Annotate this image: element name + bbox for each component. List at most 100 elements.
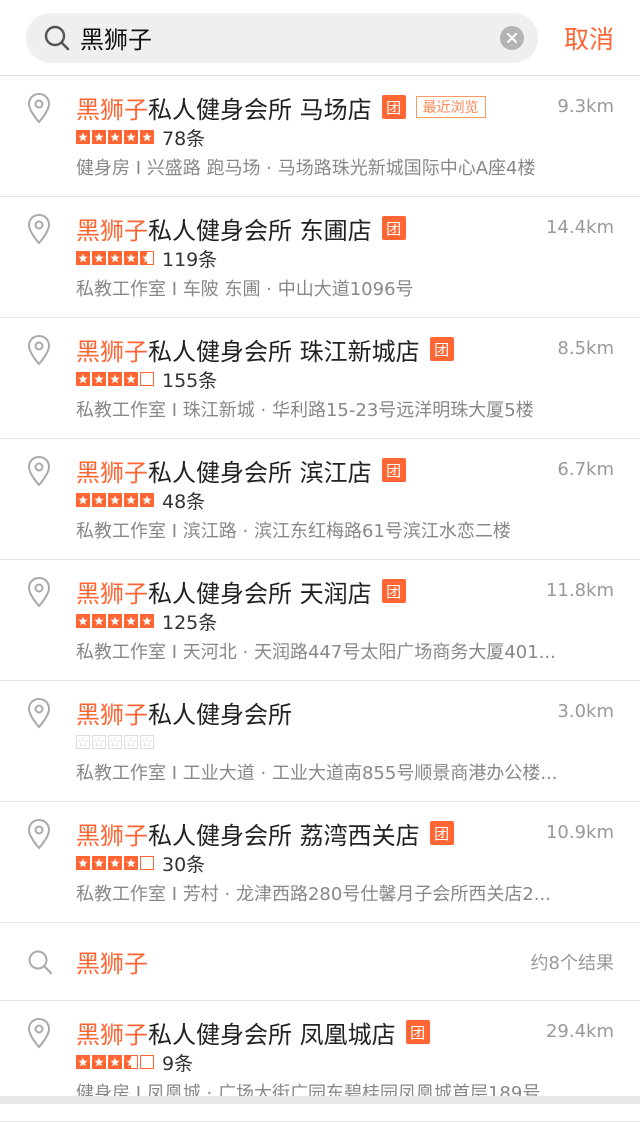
star-icon [108, 614, 122, 628]
recently-viewed-badge: 最近浏览 [416, 96, 486, 118]
star-icon [108, 735, 122, 749]
star-icon [140, 130, 154, 144]
more-results-row[interactable]: 黑狮子约8个结果 [0, 923, 640, 1001]
star-icon [140, 735, 154, 749]
review-count: 125条 [162, 608, 217, 635]
star-icon [92, 856, 106, 870]
star-icon [92, 493, 106, 507]
star-rating [76, 735, 156, 749]
star-rating [76, 856, 156, 870]
star-icon [124, 856, 138, 870]
result-title: 黑狮子私人健身会所 滨江店 [76, 453, 372, 488]
star-rating [76, 251, 156, 265]
result-subtitle: 私教工作室 I 天河北 · 天润路447号太阳广场商务大厦401... [76, 638, 616, 664]
star-icon [92, 614, 106, 628]
distance: 9.3km [557, 96, 614, 117]
star-rating [76, 372, 156, 386]
result-item[interactable]: 黑狮子私人健身会所 滨江店团 48条私教工作室 I 滨江路 · 滨江东红梅路61号… [0, 439, 640, 560]
group-buy-badge: 团 [382, 458, 406, 482]
star-icon [140, 251, 154, 265]
cancel-button[interactable]: 取消 [564, 20, 614, 56]
star-icon [124, 372, 138, 386]
location-pin-icon [26, 697, 52, 729]
result-subtitle: 健身房 I 兴盛路 跑马场 · 马场路珠光新城国际中心A座4楼 [76, 154, 616, 180]
star-icon [108, 130, 122, 144]
distance: 29.4km [546, 1021, 614, 1042]
star-icon [92, 735, 106, 749]
location-pin-icon [26, 576, 52, 608]
review-count: 48条 [162, 487, 205, 514]
star-icon [76, 130, 90, 144]
star-icon [92, 1055, 106, 1069]
review-count: 30条 [162, 850, 205, 877]
more-results-keyword: 黑狮子 [76, 944, 531, 979]
review-count: 155条 [162, 366, 217, 393]
star-icon [140, 372, 154, 386]
clear-icon[interactable] [500, 26, 524, 50]
star-icon [124, 251, 138, 265]
result-item[interactable]: 黑狮子私人健身会所 珠江新城店团 155条私教工作室 I 珠江新城 · 华利路15… [0, 318, 640, 439]
location-pin-icon [26, 213, 52, 245]
star-rating [76, 1055, 156, 1069]
star-icon [140, 856, 154, 870]
more-results-count: 约8个结果 [531, 949, 614, 975]
bottom-divider [0, 1096, 640, 1104]
search-header: 取消 [0, 0, 640, 76]
result-subtitle: 私教工作室 I 工业大道 · 工业大道南855号顺景商港办公楼... [76, 759, 616, 785]
star-icon [76, 251, 90, 265]
distance: 8.5km [557, 338, 614, 359]
result-item[interactable]: 黑狮子私人健身会所 天润店团 125条私教工作室 I 天河北 · 天润路447号太… [0, 560, 640, 681]
location-pin-icon [26, 1017, 52, 1049]
result-subtitle: 私教工作室 I 芳村 · 龙津西路280号仕馨月子会所西关店2... [76, 880, 616, 906]
group-buy-badge: 团 [382, 95, 406, 119]
review-count: 9条 [162, 1049, 193, 1076]
star-icon [108, 372, 122, 386]
result-title: 黑狮子私人健身会所 珠江新城店 [76, 332, 420, 367]
location-pin-icon [26, 92, 52, 124]
star-icon [92, 372, 106, 386]
star-icon [140, 493, 154, 507]
star-icon [76, 856, 90, 870]
star-rating [76, 130, 156, 144]
distance: 3.0km [557, 701, 614, 722]
star-rating [76, 614, 156, 628]
group-buy-badge: 团 [382, 216, 406, 240]
star-icon [124, 1055, 138, 1069]
group-buy-badge: 团 [382, 579, 406, 603]
result-title: 黑狮子私人健身会所 荔湾西关店 [76, 816, 420, 851]
result-subtitle: 私教工作室 I 珠江新城 · 华利路15-23号远洋明珠大厦5楼 [76, 396, 616, 422]
review-count: 78条 [162, 124, 205, 151]
star-icon [140, 614, 154, 628]
result-item[interactable]: 黑狮子私人健身会所 马场店团最近浏览78条健身房 I 兴盛路 跑马场 · 马场路… [0, 76, 640, 197]
location-pin-icon [26, 818, 52, 850]
review-count: 119条 [162, 245, 217, 272]
result-title: 黑狮子私人健身会所 天润店 [76, 574, 372, 609]
distance: 11.8km [546, 580, 614, 601]
search-icon [26, 948, 54, 976]
result-item[interactable]: 黑狮子私人健身会所 荔湾西关店团 30条私教工作室 I 芳村 · 龙津西路280号… [0, 802, 640, 923]
star-icon [124, 493, 138, 507]
result-item[interactable]: 黑狮子私人健身会所 东圃店团 119条私教工作室 I 车陂 东圃 · 中山大道10… [0, 197, 640, 318]
location-pin-icon [26, 455, 52, 487]
result-title: 黑狮子私人健身会所 凤凰城店 [76, 1015, 396, 1050]
star-icon [108, 493, 122, 507]
star-icon [76, 372, 90, 386]
result-title: 黑狮子私人健身会所 东圃店 [76, 211, 372, 246]
search-icon [42, 23, 72, 53]
result-title: 黑狮子私人健身会所 [76, 695, 292, 730]
search-box[interactable] [26, 13, 538, 63]
star-icon [76, 493, 90, 507]
star-icon [124, 130, 138, 144]
distance: 6.7km [557, 459, 614, 480]
result-subtitle: 私教工作室 I 车陂 东圃 · 中山大道1096号 [76, 275, 616, 301]
search-input[interactable] [80, 24, 500, 52]
result-item[interactable]: 黑狮子私人健身会所私教工作室 I 工业大道 · 工业大道南855号顺景商港办公楼… [0, 681, 640, 802]
result-subtitle: 私教工作室 I 滨江路 · 滨江东红梅路61号滨江水恋二楼 [76, 517, 616, 543]
results-list: 黑狮子私人健身会所 马场店团最近浏览78条健身房 I 兴盛路 跑马场 · 马场路… [0, 76, 640, 1122]
distance: 14.4km [546, 217, 614, 238]
group-buy-badge: 团 [430, 821, 454, 845]
distance: 10.9km [546, 822, 614, 843]
star-icon [76, 735, 90, 749]
star-icon [140, 1055, 154, 1069]
group-buy-badge: 团 [430, 337, 454, 361]
